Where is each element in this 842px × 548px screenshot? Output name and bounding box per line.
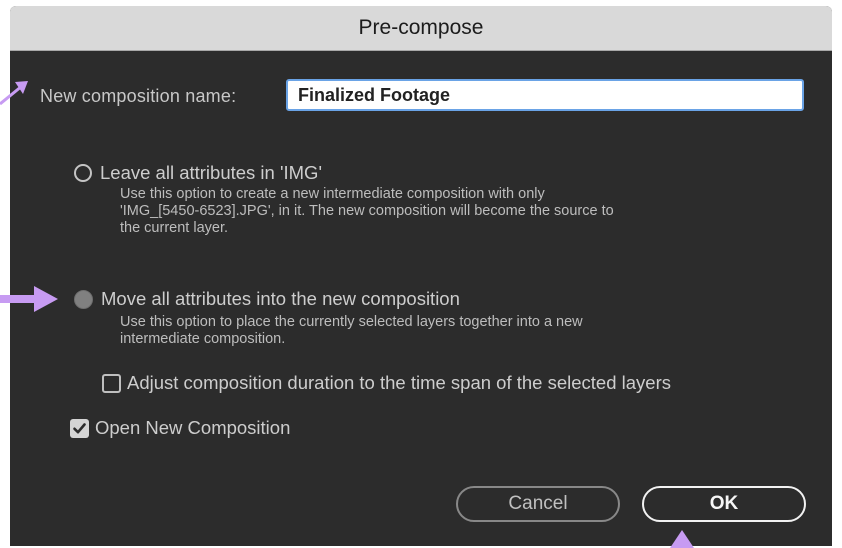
checkbox-checked-icon	[70, 418, 89, 438]
annotation-arrow-icon	[670, 530, 694, 548]
cancel-button[interactable]: Cancel	[456, 486, 620, 522]
open-new-composition-label: Open New Composition	[95, 417, 291, 438]
radio-move-attributes-label: Move all attributes into the new composi…	[101, 288, 460, 309]
annotation-arrow-icon	[0, 286, 58, 312]
checkmark-icon	[73, 422, 86, 433]
radio-move-attributes[interactable]: Move all attributes into the new composi…	[74, 288, 460, 310]
annotation-arrow-icon	[0, 81, 28, 106]
move-attributes-description: Use this option to place the currently s…	[120, 314, 583, 348]
description-line: Use this option to create a new intermed…	[120, 186, 545, 202]
ok-button[interactable]: OK	[642, 486, 806, 522]
description-line: intermediate composition.	[120, 331, 286, 347]
screenshot-stage: Pre-compose New composition name: Leave …	[0, 0, 842, 548]
radio-leave-attributes-label: Leave all attributes in 'IMG'	[100, 162, 322, 183]
description-line: the current layer.	[120, 220, 228, 236]
composition-name-input[interactable]	[286, 79, 804, 111]
composition-name-row: New composition name:	[10, 78, 832, 118]
dialog-titlebar: Pre-compose	[10, 6, 832, 51]
radio-selected-icon	[74, 289, 93, 309]
checkbox-adjust-duration[interactable]: Adjust composition duration to the time …	[102, 372, 671, 394]
precompose-dialog: Pre-compose New composition name: Leave …	[10, 6, 832, 546]
adjust-duration-label: Adjust composition duration to the time …	[127, 372, 671, 393]
radio-leave-attributes[interactable]: Leave all attributes in 'IMG'	[74, 162, 322, 184]
description-line: 'IMG_[5450-6523].JPG', in it. The new co…	[120, 203, 614, 219]
checkbox-open-new-composition[interactable]: Open New Composition	[70, 417, 290, 439]
radio-unselected-icon	[74, 164, 92, 182]
checkbox-unchecked-icon	[102, 373, 121, 393]
description-line: Use this option to place the currently s…	[120, 314, 583, 330]
leave-attributes-description: Use this option to create a new intermed…	[120, 186, 614, 237]
dialog-title: Pre-compose	[358, 16, 484, 39]
composition-name-label: New composition name:	[40, 86, 237, 106]
